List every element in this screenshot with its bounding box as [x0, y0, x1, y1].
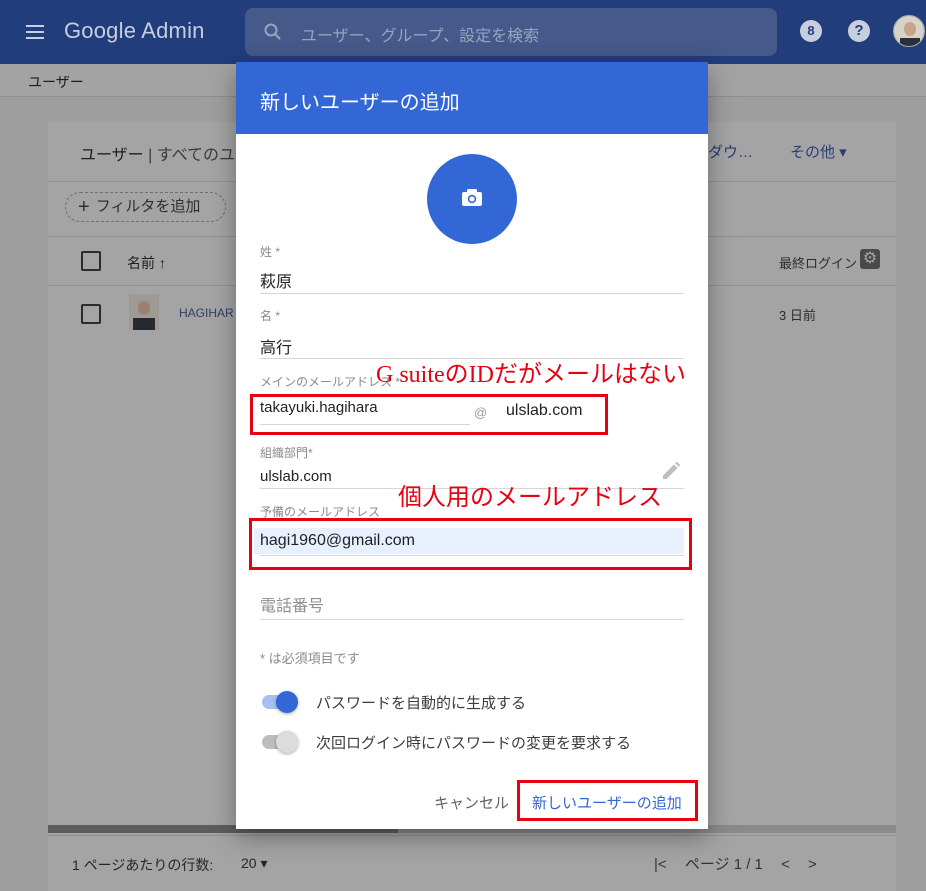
- camera-icon: [462, 189, 482, 206]
- user-last-login: 3 日前: [779, 308, 816, 323]
- first-page-icon[interactable]: |<: [654, 856, 667, 873]
- last-name-label: 姓 *: [260, 245, 281, 259]
- user-photo-icon: [129, 294, 159, 330]
- notifications-icon[interactable]: 8: [800, 20, 822, 42]
- first-name-label: 名 *: [260, 309, 281, 323]
- page-indicator: ページ 1 / 1: [684, 856, 763, 873]
- add-filter-label: フィルタを追加: [95, 198, 201, 215]
- row-checkbox[interactable]: [81, 304, 101, 324]
- column-header-last-login[interactable]: 最終ログイン: [779, 253, 857, 272]
- auto-password-toggle[interactable]: [260, 690, 298, 713]
- search-placeholder: ユーザー、グループ、設定を検索: [301, 28, 540, 45]
- cancel-button[interactable]: キャンセル: [434, 792, 509, 813]
- toggle-knob: [276, 731, 298, 753]
- card-title: ユーザー | すべてのユ: [80, 141, 235, 165]
- card-title-sub: | すべてのユ: [143, 147, 235, 164]
- divider: [48, 835, 896, 836]
- menu-icon[interactable]: [26, 24, 46, 40]
- user-avatar: [129, 294, 159, 330]
- add-filter-button[interactable]: + フィルタを追加: [65, 192, 226, 222]
- column-header-name[interactable]: 名前 ↑: [127, 253, 166, 273]
- account-avatar[interactable]: [893, 15, 925, 47]
- app-bar: Google Admin ユーザー、グループ、設定を検索 8 ?: [0, 0, 926, 64]
- rows-per-page-select[interactable]: 20 ▾: [241, 855, 268, 872]
- org-unit-value: ulslab.com: [260, 468, 332, 485]
- edit-pencil-icon[interactable]: [660, 460, 682, 482]
- annotation-gsuite-note: G suiteのIDだがメールはない: [376, 362, 686, 388]
- app-brand[interactable]: Google Admin: [64, 18, 205, 44]
- require-password-change-label: 次回ログイン時にパスワードの変更を要求する: [316, 735, 632, 752]
- plus-icon: +: [78, 196, 90, 218]
- search-icon: [264, 23, 281, 40]
- org-unit-label: 組織部門*: [260, 446, 313, 460]
- pagination: |< ページ 1 / 1 < >: [654, 853, 831, 874]
- field-underline: [260, 619, 684, 620]
- help-icon[interactable]: ?: [848, 20, 870, 42]
- search-input[interactable]: ユーザー、グループ、設定を検索: [245, 8, 777, 56]
- annotation-box-add-button: [517, 780, 698, 821]
- account-photo-icon: [894, 16, 924, 46]
- breadcrumb[interactable]: ユーザー: [28, 72, 84, 92]
- dialog-header: 新しいユーザーの追加: [236, 62, 708, 134]
- annotation-box-secondary-email: [249, 518, 692, 570]
- card-title-main: ユーザー: [80, 147, 144, 164]
- dialog-title: 新しいユーザーの追加: [260, 92, 460, 114]
- rows-per-page-label: 1 ページあたりの行数:: [72, 857, 214, 873]
- annotation-box-primary-email: [250, 394, 608, 435]
- required-note: * は必須項目です: [260, 651, 360, 666]
- annotation-personal-note: 個人用のメールアドレス: [398, 485, 662, 511]
- phone-field[interactable]: 電話番号: [260, 592, 324, 616]
- add-photo-button[interactable]: [427, 154, 517, 244]
- field-underline: [260, 293, 684, 294]
- user-name-link[interactable]: HAGIHAR: [179, 306, 234, 320]
- column-settings-icon[interactable]: ⚙: [860, 249, 880, 269]
- download-button[interactable]: ダウ…: [708, 141, 753, 162]
- prev-page-icon[interactable]: <: [781, 856, 790, 873]
- add-user-dialog: 新しいユーザーの追加 姓 * 萩原 名 * 高行 メインのメールアドレス * t…: [236, 62, 708, 829]
- more-button[interactable]: その他 ▾: [790, 141, 847, 162]
- first-name-field[interactable]: 高行: [260, 334, 292, 358]
- require-password-change-toggle[interactable]: [260, 730, 298, 753]
- last-name-field[interactable]: 萩原: [260, 268, 292, 292]
- auto-password-label: パスワードを自動的に生成する: [316, 695, 527, 712]
- next-page-icon[interactable]: >: [808, 856, 817, 873]
- toggle-knob: [276, 691, 298, 713]
- select-all-checkbox[interactable]: [81, 251, 101, 271]
